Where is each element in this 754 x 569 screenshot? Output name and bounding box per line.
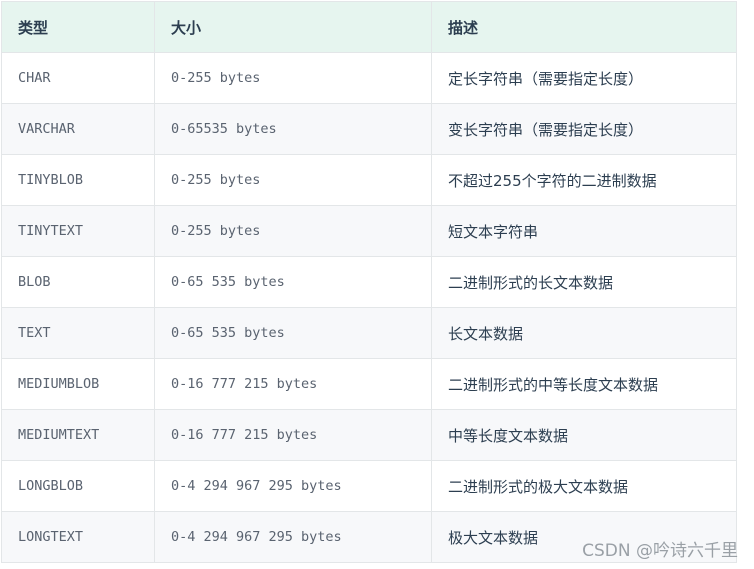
type-cell: MEDIUMTEXT (1, 409, 155, 461)
description-cell: 中等长度文本数据 (431, 409, 737, 461)
header-size: 大小 (154, 1, 432, 53)
header-description: 描述 (431, 1, 737, 53)
size-cell: 0-255 bytes (154, 52, 432, 104)
type-cell: TEXT (1, 307, 155, 359)
type-cell: LONGBLOB (1, 460, 155, 512)
size-cell: 0-16 777 215 bytes (154, 409, 432, 461)
table-row: LONGBLOB 0-4 294 967 295 bytes 二进制形式的极大文… (1, 460, 737, 512)
table-row: VARCHAR 0-65535 bytes 变长字符串（需要指定长度） (1, 103, 737, 155)
table-row: BLOB 0-65 535 bytes 二进制形式的长文本数据 (1, 256, 737, 308)
type-cell: TINYTEXT (1, 205, 155, 257)
csdn-watermark: CSDN @吟诗六千里 (582, 541, 738, 561)
description-cell: 二进制形式的长文本数据 (431, 256, 737, 308)
size-cell: 0-4 294 967 295 bytes (154, 511, 432, 563)
size-cell: 0-65 535 bytes (154, 307, 432, 359)
description-cell: 短文本字符串 (431, 205, 737, 257)
table-row: CHAR 0-255 bytes 定长字符串（需要指定长度） (1, 52, 737, 104)
table-row: TINYBLOB 0-255 bytes 不超过255个字符的二进制数据 (1, 154, 737, 206)
type-cell: VARCHAR (1, 103, 155, 155)
description-cell: 不超过255个字符的二进制数据 (431, 154, 737, 206)
table-row: TEXT 0-65 535 bytes 长文本数据 (1, 307, 737, 359)
table-row: MEDIUMTEXT 0-16 777 215 bytes 中等长度文本数据 (1, 409, 737, 461)
type-cell: TINYBLOB (1, 154, 155, 206)
size-cell: 0-4 294 967 295 bytes (154, 460, 432, 512)
table-row: MEDIUMBLOB 0-16 777 215 bytes 二进制形式的中等长度… (1, 358, 737, 410)
table-row: TINYTEXT 0-255 bytes 短文本字符串 (1, 205, 737, 257)
data-types-table: 类型 大小 描述 CHAR 0-255 bytes 定长字符串（需要指定长度） … (1, 1, 737, 563)
description-cell: 二进制形式的极大文本数据 (431, 460, 737, 512)
size-cell: 0-16 777 215 bytes (154, 358, 432, 410)
description-cell: 定长字符串（需要指定长度） (431, 52, 737, 104)
size-cell: 0-65 535 bytes (154, 256, 432, 308)
header-type: 类型 (1, 1, 155, 53)
description-cell: 变长字符串（需要指定长度） (431, 103, 737, 155)
description-cell: 长文本数据 (431, 307, 737, 359)
type-cell: MEDIUMBLOB (1, 358, 155, 410)
description-cell: 二进制形式的中等长度文本数据 (431, 358, 737, 410)
type-cell: BLOB (1, 256, 155, 308)
type-cell: LONGTEXT (1, 511, 155, 563)
header-row: 类型 大小 描述 (1, 1, 737, 53)
type-cell: CHAR (1, 52, 155, 104)
size-cell: 0-255 bytes (154, 205, 432, 257)
size-cell: 0-255 bytes (154, 154, 432, 206)
size-cell: 0-65535 bytes (154, 103, 432, 155)
